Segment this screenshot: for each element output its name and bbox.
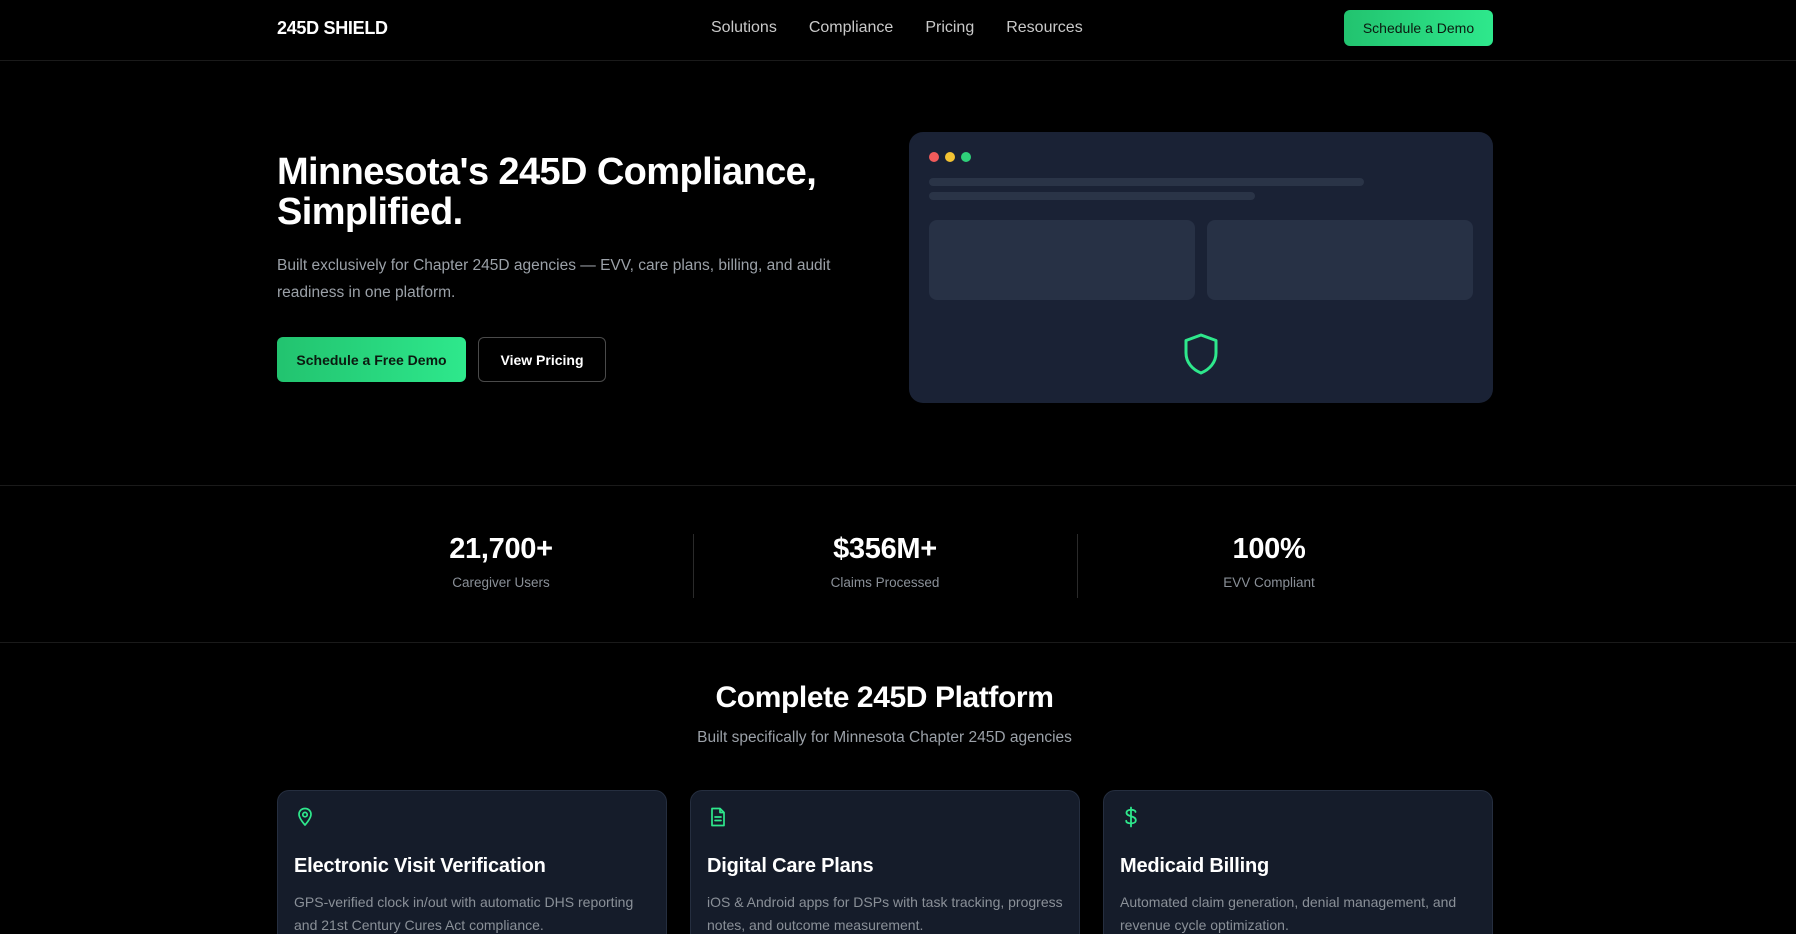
section-title: Complete 245D Platform [715, 681, 1054, 714]
nav-link-solutions[interactable]: Solutions [711, 19, 777, 37]
feature-card-billing[interactable]: Medicaid Billing Automated claim generat… [1103, 790, 1493, 934]
stat-divider [693, 534, 694, 598]
stat-label: Claims Processed [830, 575, 940, 590]
location-pin-icon [298, 807, 312, 826]
section-subtitle: Built specifically for Minnesota Chapter… [697, 729, 1072, 746]
placeholder-panel [1207, 220, 1473, 300]
hero-subtitle: Built exclusively for Chapter 245D agenc… [277, 257, 831, 301]
placeholder-panel [929, 220, 1195, 300]
stat-value: 21,700+ [449, 533, 553, 565]
shield-icon [1184, 333, 1218, 375]
card-title: Electronic Visit Verification [294, 855, 546, 877]
view-pricing-button[interactable]: View Pricing [478, 337, 606, 382]
nav-link-pricing[interactable]: Pricing [925, 19, 974, 37]
card-description: GPS-verified clock in/out with automatic… [294, 894, 634, 933]
card-description: iOS & Android apps for DSPs with task tr… [707, 894, 1063, 933]
app-preview-mockup [909, 132, 1493, 403]
stat-label: EVV Compliant [1223, 575, 1315, 590]
dollar-icon [1125, 806, 1137, 828]
feature-card-evv[interactable]: Electronic Visit Verification GPS-verifi… [277, 790, 667, 934]
top-navigation: 245D SHIELD Solutions Compliance Pricing… [0, 0, 1796, 61]
card-description: Automated claim generation, denial manag… [1120, 894, 1457, 933]
stat-label: Caregiver Users [452, 575, 550, 590]
schedule-free-demo-button[interactable]: Schedule a Free Demo [277, 337, 466, 382]
window-minimize-dot [945, 152, 955, 162]
schedule-demo-button[interactable]: Schedule a Demo [1344, 10, 1493, 46]
placeholder-line [929, 178, 1364, 186]
placeholder-line [929, 192, 1255, 200]
nav-link-compliance[interactable]: Compliance [809, 19, 893, 37]
stat-divider [1077, 534, 1078, 598]
stat-value: 100% [1232, 533, 1306, 565]
hero-title: Minnesota's 245D Compliance, Simplified. [277, 151, 817, 233]
document-icon [711, 807, 725, 827]
window-close-dot [929, 152, 939, 162]
card-title: Digital Care Plans [707, 855, 874, 877]
stat-evv-compliant: 100% EVV Compliant [1159, 533, 1379, 590]
nav-links: Solutions Compliance Pricing Resources [711, 19, 1115, 37]
stat-caregiver-users: 21,700+ Caregiver Users [391, 533, 611, 590]
window-maximize-dot [961, 152, 971, 162]
stat-value: $356M+ [833, 533, 937, 565]
site-logo[interactable]: 245D SHIELD [277, 18, 388, 39]
card-title: Medicaid Billing [1120, 855, 1270, 877]
stat-claims-processed: $356M+ Claims Processed [775, 533, 995, 590]
stats-section: 21,700+ Caregiver Users $356M+ Claims Pr… [0, 485, 1796, 643]
nav-link-resources[interactable]: Resources [1006, 19, 1082, 37]
feature-card-care-plans[interactable]: Digital Care Plans iOS & Android apps fo… [690, 790, 1080, 934]
